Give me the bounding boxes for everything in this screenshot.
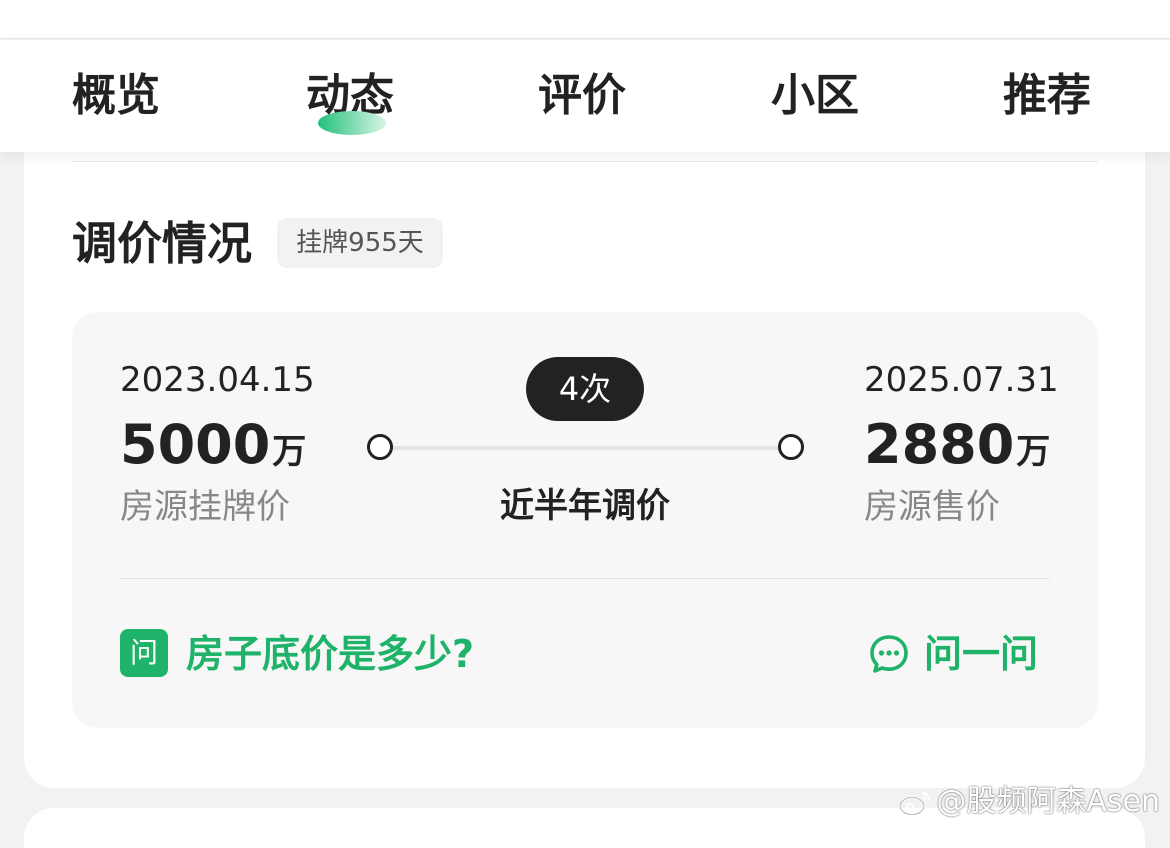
divider — [72, 161, 1098, 162]
end-price-unit: 万 — [1016, 432, 1051, 472]
adjustment-count-badge: 4次 — [526, 357, 644, 421]
start-price-label: 房源挂牌价 — [120, 487, 290, 527]
tab-overview[interactable]: 概览 — [72, 66, 160, 126]
timeline-label: 近半年调价 — [500, 486, 670, 526]
ask-button-label: 问一问 — [924, 632, 1039, 676]
end-price: 2880万 — [864, 410, 1050, 480]
active-tab-indicator — [318, 111, 386, 135]
ask-badge-icon: 问 — [120, 629, 168, 677]
start-date: 2023.04.15 — [120, 360, 315, 400]
timeline-end-dot — [778, 434, 804, 460]
start-price-unit: 万 — [272, 432, 307, 472]
divider — [120, 578, 1050, 579]
timeline-line — [392, 446, 778, 450]
tab-recommend[interactable]: 推荐 — [1003, 66, 1091, 126]
tab-community[interactable]: 小区 — [771, 66, 859, 126]
start-price-value: 5000 — [120, 413, 271, 476]
listing-days-badge: 挂牌955天 — [277, 218, 443, 268]
section-title: 调价情况 — [72, 217, 253, 270]
end-price-value: 2880 — [864, 413, 1015, 476]
timeline-start-dot — [367, 434, 393, 460]
end-price-label: 房源售价 — [864, 487, 1000, 527]
tab-bar: 概览 动态 评价 小区 推荐 — [0, 40, 1170, 152]
end-date: 2025.07.31 — [864, 360, 1059, 400]
tab-reviews[interactable]: 评价 — [538, 66, 626, 126]
weibo-icon — [899, 791, 931, 816]
floor-price-question[interactable]: 房子底价是多少? — [186, 628, 474, 680]
status-area — [0, 0, 1170, 39]
start-price: 5000万 — [120, 410, 306, 480]
watermark-text: @股频阿森Asen — [936, 784, 1160, 819]
chat-bubble-icon — [870, 635, 908, 673]
watermark: @股频阿森Asen — [898, 776, 1160, 820]
